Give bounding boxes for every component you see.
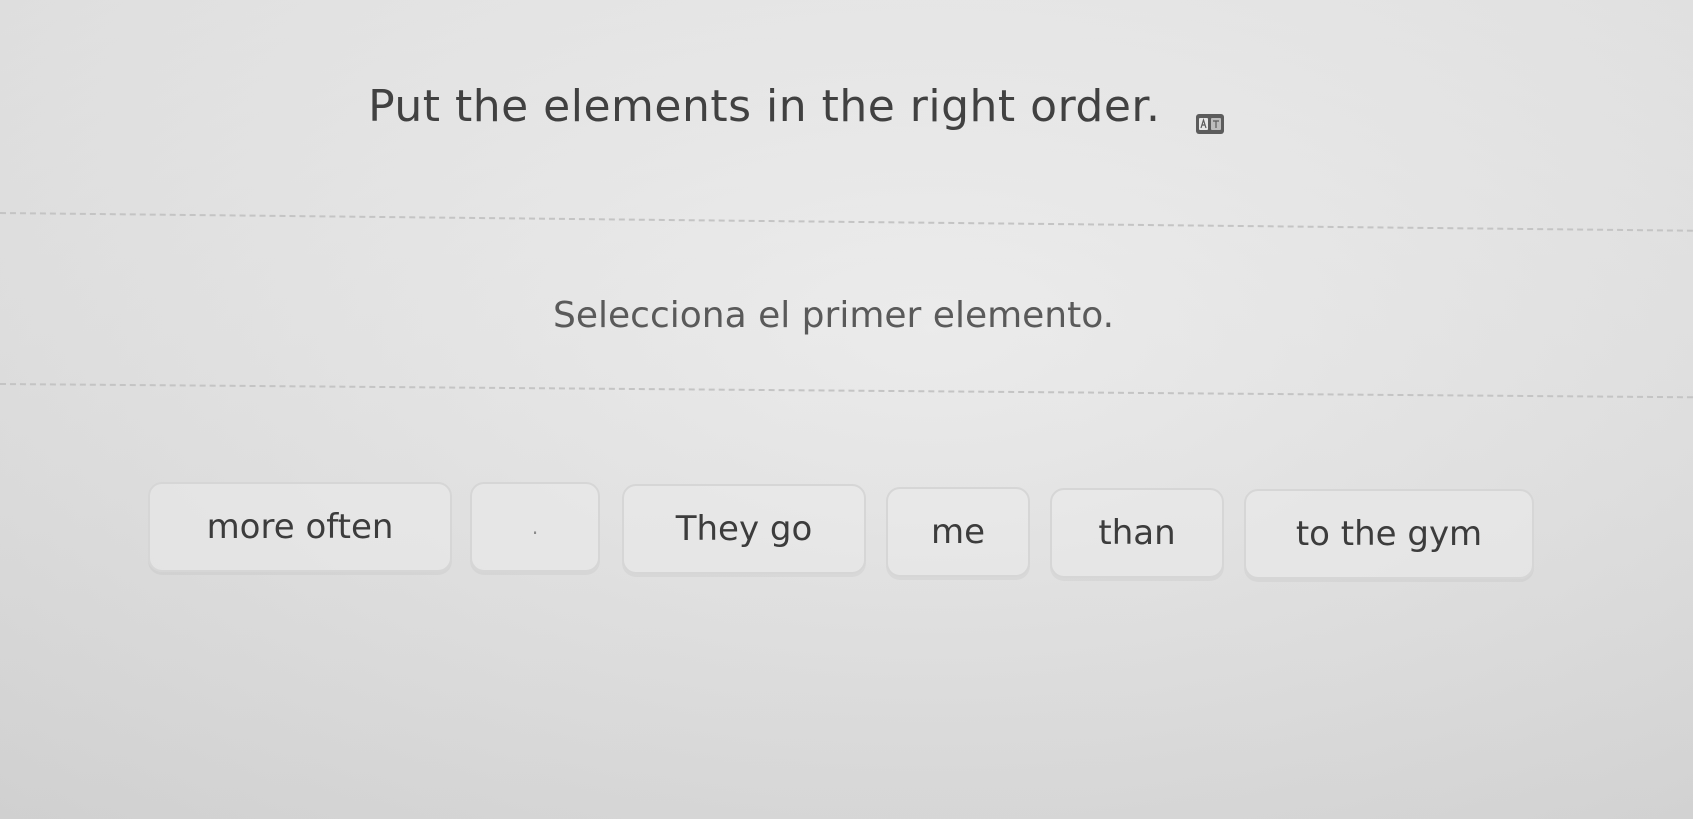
word-chip-period[interactable]: . [470,482,600,572]
word-bank: more often . They go me than to the gym [0,0,1693,819]
word-chip-more-often[interactable]: more often [148,482,452,572]
word-chip-me[interactable]: me [886,487,1030,577]
word-chip-to-the-gym[interactable]: to the gym [1244,489,1534,579]
word-chip-they-go[interactable]: They go [622,484,866,574]
word-chip-than[interactable]: than [1050,488,1224,578]
